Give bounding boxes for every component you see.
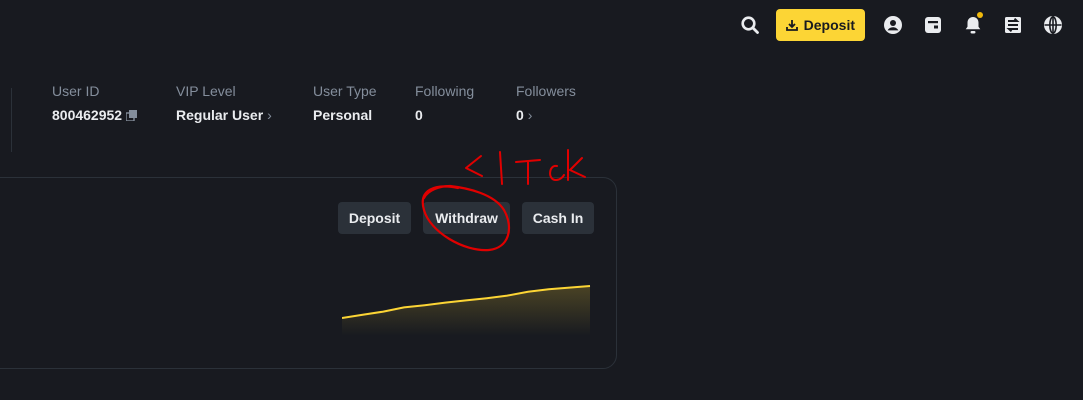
sparkline-area xyxy=(342,286,590,336)
profile-divider xyxy=(11,88,12,152)
user-id-value: 800462952 xyxy=(52,107,123,123)
balance-sparkline xyxy=(342,285,591,336)
search-icon xyxy=(741,16,759,34)
copy-icon[interactable] xyxy=(126,109,138,121)
followers-value: 0 xyxy=(516,107,524,123)
vip-level-label: VIP Level xyxy=(176,83,236,99)
vip-level-value-row: Regular User › xyxy=(176,107,272,123)
cash-in-button-label: Cash In xyxy=(532,210,584,226)
header-deposit-button[interactable]: Deposit xyxy=(775,9,865,41)
withdraw-button-label: Withdraw xyxy=(435,210,498,226)
notifications-button[interactable] xyxy=(953,8,993,42)
profile-button[interactable] xyxy=(873,8,913,42)
download-icon xyxy=(785,20,798,31)
following-value: 0 xyxy=(415,107,423,123)
cash-in-button[interactable]: Cash In xyxy=(522,202,594,234)
followers-field[interactable]: Followers 0 › xyxy=(516,83,576,123)
chevron-right-icon: › xyxy=(267,107,272,123)
vip-level-field[interactable]: VIP Level Regular User › xyxy=(176,83,272,123)
top-bar: Deposit xyxy=(730,8,1073,42)
deposit-button-label: Deposit xyxy=(348,210,401,226)
user-type-field: User Type Personal xyxy=(313,83,377,123)
wallet-icon xyxy=(925,17,941,33)
withdraw-button[interactable]: Withdraw xyxy=(423,202,510,234)
user-type-value: Personal xyxy=(313,107,373,123)
deposit-button[interactable]: Deposit xyxy=(338,202,411,234)
vip-level-value: Regular User xyxy=(176,107,264,123)
following-value-row: 0 xyxy=(415,107,474,123)
bell-icon xyxy=(965,17,981,34)
transfer-icon xyxy=(1005,17,1021,33)
transfer-button[interactable] xyxy=(993,8,1033,42)
search-button[interactable] xyxy=(730,8,770,42)
language-button[interactable] xyxy=(1033,8,1073,42)
globe-icon xyxy=(1044,16,1062,34)
user-icon xyxy=(884,16,902,34)
followers-value-row: 0 › xyxy=(516,107,576,123)
following-label: Following xyxy=(415,83,475,99)
user-id-field: User ID 800462952 xyxy=(52,83,138,123)
header-deposit-label: Deposit xyxy=(803,17,855,33)
user-id-label: User ID xyxy=(52,83,100,99)
user-type-value-row: Personal xyxy=(313,107,377,123)
user-id-value-row: 800462952 xyxy=(52,107,138,123)
chevron-right-icon: › xyxy=(527,107,533,123)
following-field: Following 0 xyxy=(415,83,474,123)
wallet-button[interactable] xyxy=(913,8,953,42)
followers-label: Followers xyxy=(516,83,576,99)
notification-dot xyxy=(977,12,983,18)
user-type-label: User Type xyxy=(313,83,377,99)
